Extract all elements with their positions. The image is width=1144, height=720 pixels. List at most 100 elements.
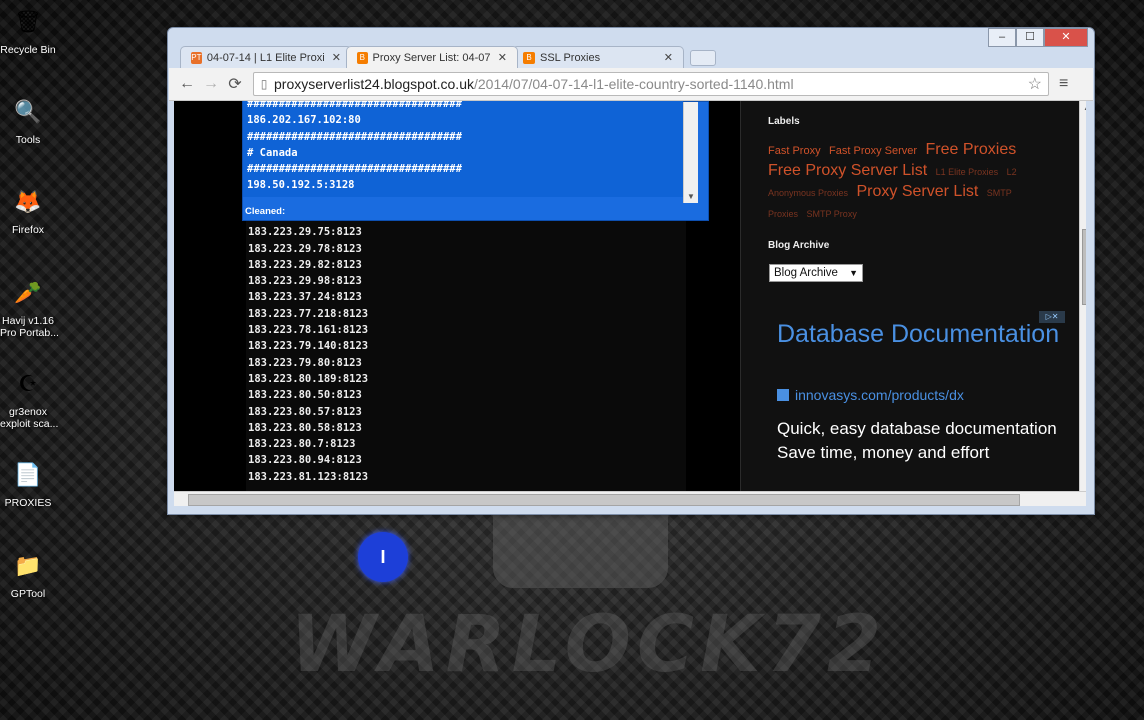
close-window-button[interactable]: ✕: [1044, 28, 1088, 47]
address-bar[interactable]: ▯ proxyserverlist24.blogspot.co.uk /2014…: [253, 72, 1049, 96]
label-link[interactable]: L1 Elite Proxies: [936, 167, 999, 177]
horizontal-scroll-thumb[interactable]: [188, 494, 1020, 506]
desktop-icon-label: Firefox: [11, 224, 45, 236]
blogger-favicon-icon: B: [523, 51, 535, 64]
selected-line: # Canada: [247, 146, 298, 159]
ad-title[interactable]: Database Documentation: [777, 319, 1059, 349]
label-link[interactable]: Free Proxies: [926, 141, 1017, 158]
tab-proxy-server-list[interactable]: B Proxy Server List: 04-07-14 ✕: [346, 46, 518, 68]
selected-line: 198.50.192.5:3128: [247, 179, 355, 192]
page-scrollbar[interactable]: ▲: [1079, 101, 1086, 491]
proxy-line: 183.223.77.218:8123: [248, 307, 369, 320]
chevron-down-icon: ▼: [849, 268, 858, 278]
proxy-line: 183.223.79.140:8123: [248, 340, 369, 353]
advertisement[interactable]: ▷✕ Database Documentation innovasys.com/…: [767, 309, 1069, 491]
reload-icon[interactable]: ⟳: [223, 74, 247, 94]
close-tab-icon[interactable]: ✕: [664, 51, 673, 64]
hamburger-menu-icon[interactable]: ≡: [1059, 75, 1068, 93]
label-link[interactable]: Proxy Server List: [857, 183, 979, 200]
desktop-icon-label: Tools: [15, 134, 41, 146]
bookmark-star-icon[interactable]: ☆: [1028, 74, 1042, 94]
proxy-line: 183.223.80.94:8123: [248, 454, 362, 467]
desktop-icon-label: Pro Portab...: [0, 327, 59, 339]
proxy-line: 183.223.80.58:8123: [248, 421, 362, 434]
selected-line: ##################################: [247, 101, 462, 110]
tab-elite-proxies[interactable]: PT 04-07-14 | L1 Elite Proxies ✕: [180, 46, 352, 68]
proxy-line: 183.223.80.50:8123: [248, 389, 362, 402]
firefox-icon: 🦊: [14, 189, 42, 214]
proxy-line: 183.223.37.24:8123: [248, 291, 362, 304]
selected-line: 209.97.203.60:8080: [243, 194, 683, 197]
text-file-icon: 📄: [14, 462, 42, 487]
desktop-icon-label: PROXIES: [4, 497, 52, 509]
selected-text-box[interactable]: ################################## 186.20…: [242, 101, 709, 221]
close-tab-icon[interactable]: ✕: [498, 51, 507, 64]
wallpaper-shape: [493, 508, 668, 588]
back-arrow-icon[interactable]: ←: [175, 75, 199, 93]
desktop-icon[interactable]: 🔍 Tools: [0, 92, 56, 146]
desktop-icon-label: exploit sca...: [0, 418, 59, 430]
pt-favicon-icon: PT: [191, 51, 202, 64]
folder-icon: 📁: [14, 553, 42, 578]
new-tab-button[interactable]: [690, 50, 716, 66]
horizontal-scrollbar[interactable]: [174, 491, 1086, 506]
sidebar: Labels Fast Proxy Fast Proxy Server Free…: [740, 101, 1086, 491]
selection-scrollbar[interactable]: ▼: [683, 102, 698, 203]
ad-url[interactable]: innovasys.com/products/dx: [777, 387, 964, 403]
wallpaper-watermark: WARLOCK72: [290, 600, 888, 690]
blogger-favicon-icon: B: [357, 51, 368, 64]
blog-archive-select[interactable]: Blog Archive ▼: [769, 264, 863, 282]
browser-toolbar: ← → ⟳ ▯ proxyserverlist24.blogspot.co.uk…: [169, 68, 1093, 101]
selected-line: 186.202.167.102:80: [247, 114, 361, 127]
cleaned-label: Cleaned:: [245, 206, 286, 217]
desktop-icon-label: GPTool: [10, 588, 46, 600]
tab-ssl-proxies[interactable]: B SSL Proxies ✕: [512, 46, 684, 68]
desktop-icon-label: Havij v1.16: [2, 315, 54, 327]
proxy-line: 183.223.80.7:8123: [248, 438, 356, 451]
minimize-button[interactable]: ‒: [988, 28, 1016, 47]
forward-arrow-icon[interactable]: →: [199, 75, 223, 93]
proxy-list-textarea[interactable]: 183.223.29.67:8123183.223.29.75:8123183.…: [246, 216, 686, 491]
url-host: proxyserverlist24.blogspot.co.uk: [274, 76, 474, 92]
proxy-line: 183.223.29.82:8123: [248, 258, 362, 271]
desktop-icon[interactable]: 🥕 Havij v1.16 Pro Portab...: [0, 273, 59, 339]
label-link[interactable]: SMTP Proxy: [806, 209, 856, 219]
blog-archive-heading: Blog Archive: [768, 240, 830, 251]
desktop-icon[interactable]: 🦊 Firefox: [0, 182, 56, 236]
close-tab-icon[interactable]: ✕: [332, 51, 341, 64]
selected-line: ##################################: [247, 130, 462, 143]
desktop-icon[interactable]: 🗑 Recycle Bin: [0, 2, 56, 56]
browser-window: ‒ ☐ ✕ PT 04-07-14 | L1 Elite Proxies ✕ B…: [167, 27, 1095, 515]
desktop-icon-label: gr3enox: [9, 406, 47, 418]
desktop-icon-label: Recycle Bin: [0, 44, 56, 56]
proxy-line: 183.223.29.78:8123: [248, 242, 362, 255]
proxy-line: 183.223.79.80:8123: [248, 356, 362, 369]
page-icon: ▯: [260, 77, 268, 91]
proxy-line: 183.223.29.75:8123: [248, 226, 362, 239]
scroll-up-icon[interactable]: ▲: [1080, 101, 1086, 114]
url-path: /2014/07/04-07-14-l1-elite-country-sorte…: [474, 76, 794, 92]
proxy-line: 183.223.81.123:8123: [248, 470, 369, 483]
desktop-icon[interactable]: ☪ gr3enox exploit sca...: [0, 364, 59, 430]
tab-strip: PT 04-07-14 | L1 Elite Proxies ✕ B Proxy…: [180, 46, 716, 68]
recycle-bin-icon: 🗑: [14, 9, 42, 34]
proxy-line: 183.223.78.161:8123: [248, 324, 369, 337]
mouse-cursor-highlight: I: [358, 532, 408, 582]
labels-heading: Labels: [768, 116, 800, 127]
desktop-icon[interactable]: 📄 PROXIES: [0, 455, 56, 509]
label-link[interactable]: Fast Proxy: [768, 145, 821, 157]
label-link[interactable]: Fast Proxy Server: [829, 145, 917, 157]
ad-body: Quick, easy database documentation Save …: [777, 419, 1057, 462]
desktop-icon[interactable]: 📁 GPTool: [0, 546, 56, 600]
maximize-button[interactable]: ☐: [1016, 28, 1044, 47]
carrot-icon: 🥕: [14, 280, 42, 305]
page-scroll-thumb[interactable]: [1082, 229, 1086, 305]
proxy-line: 183.223.80.189:8123: [248, 372, 369, 385]
labels-cloud: Fast Proxy Fast Proxy Server Free Proxie…: [768, 140, 1048, 224]
magnifier-icon: 🔍: [14, 99, 42, 124]
proxy-line: 183.223.29.98:8123: [248, 275, 362, 288]
pakistan-flag-icon: ☪: [18, 371, 38, 396]
label-link[interactable]: Free Proxy Server List: [768, 162, 927, 179]
post-body: 183.223.29.67:8123183.223.29.75:8123183.…: [174, 101, 740, 491]
scroll-down-icon[interactable]: ▼: [684, 190, 698, 203]
